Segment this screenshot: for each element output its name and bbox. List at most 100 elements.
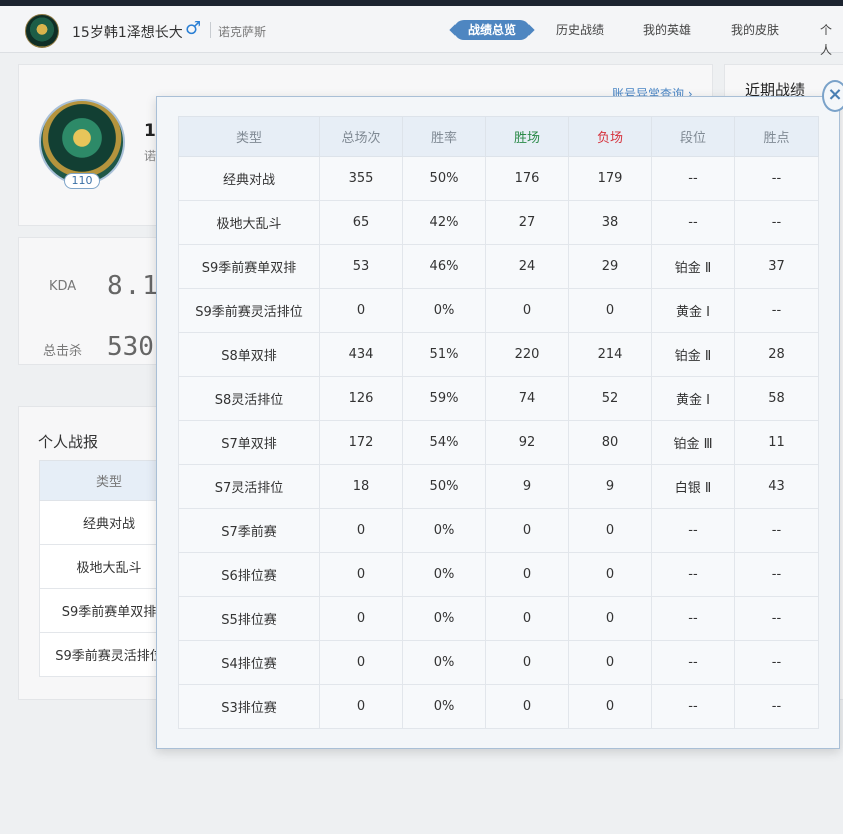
cell-lp: 28 [734, 332, 819, 377]
cell-type: 极地大乱斗 [178, 200, 320, 245]
cell-type: S7灵活排位 [178, 464, 320, 509]
cell-total-games: 0 [319, 288, 403, 333]
cell-wins: 92 [485, 420, 569, 465]
kda-label: KDA [49, 279, 77, 294]
table-row: 极地大乱斗 65 42% 27 38 -- -- [178, 200, 819, 245]
table-row: S6排位赛 0 0% 0 0 -- -- [178, 552, 819, 597]
cell-win-rate: 46% [402, 244, 486, 289]
season-summary-table: 类型 总场次 胜率 胜场 负场 段位 胜点 经典对战 355 50% 176 179 --… [178, 116, 819, 729]
report-title: 个人战报 [38, 433, 99, 451]
cell-total-games: 434 [319, 332, 403, 377]
cell-lp: -- [734, 552, 819, 597]
level-badge: 110 [64, 173, 100, 189]
cell-wins: 0 [485, 508, 569, 553]
col-type: 类型 [178, 116, 320, 157]
cell-lp: -- [734, 288, 819, 333]
cell-total-games: 0 [319, 552, 403, 597]
table-row: S3排位赛 0 0% 0 0 -- -- [178, 684, 819, 729]
cell-losses: 0 [568, 288, 652, 333]
cell-win-rate: 0% [402, 596, 486, 641]
cell-total-games: 18 [319, 464, 403, 509]
profile-region: 诺 [144, 149, 157, 163]
tab-personal[interactable]: 个人 [820, 20, 843, 57]
col-win-rate: 胜率 [402, 116, 486, 157]
cell-wins: 220 [485, 332, 569, 377]
cell-win-rate: 59% [402, 376, 486, 421]
cell-tier: -- [651, 640, 735, 685]
cell-type: S4排位赛 [178, 640, 320, 685]
tab-history[interactable]: 历史战绩 [556, 20, 604, 40]
table-row: S7季前赛 0 0% 0 0 -- -- [178, 508, 819, 553]
table-row: S8单双排 434 51% 220 214 铂金 Ⅱ 28 [178, 332, 819, 377]
cell-tier: 铂金 Ⅲ [651, 420, 735, 465]
cell-win-rate: 50% [402, 156, 486, 201]
cell-win-rate: 42% [402, 200, 486, 245]
cell-losses: 52 [568, 376, 652, 421]
tab-my-heroes[interactable]: 我的英雄 [643, 20, 691, 40]
cell-tier: -- [651, 552, 735, 597]
cell-total-games: 126 [319, 376, 403, 421]
tab-overview[interactable]: 战绩总览 [454, 20, 531, 40]
cell-wins: 27 [485, 200, 569, 245]
table-row: S5排位赛 0 0% 0 0 -- -- [178, 596, 819, 641]
cell-losses: 9 [568, 464, 652, 509]
cell-losses: 179 [568, 156, 652, 201]
cell-lp: -- [734, 640, 819, 685]
cell-tier: -- [651, 596, 735, 641]
cell-lp: -- [734, 684, 819, 729]
col-wins: 胜场 [485, 116, 569, 157]
cell-win-rate: 0% [402, 640, 486, 685]
cell-losses: 0 [568, 684, 652, 729]
cell-type: S5排位赛 [178, 596, 320, 641]
cell-losses: 80 [568, 420, 652, 465]
total-kills-label: 总击杀 [43, 344, 83, 359]
cell-lp: 58 [734, 376, 819, 421]
cell-total-games: 53 [319, 244, 403, 289]
table-row: S7灵活排位 18 50% 9 9 白银 Ⅱ 43 [178, 464, 819, 509]
cell-wins: 176 [485, 156, 569, 201]
cell-tier: -- [651, 684, 735, 729]
col-lp: 胜点 [734, 116, 819, 157]
header-bar: 15岁韩1泽想长大 ♂ 诺克萨斯 战绩总览 历史战绩 我的英雄 我的皮肤 个人 [0, 6, 843, 57]
cell-total-games: 172 [319, 420, 403, 465]
cell-tier: -- [651, 156, 735, 201]
table-row: S7单双排 172 54% 92 80 铂金 Ⅲ 11 [178, 420, 819, 465]
profile-name: 1 [144, 121, 156, 141]
cell-tier: -- [651, 508, 735, 553]
cell-losses: 0 [568, 640, 652, 685]
cell-lp: 11 [734, 420, 819, 465]
tab-my-skins[interactable]: 我的皮肤 [731, 20, 779, 40]
table-row: S9季前赛灵活排位 0 0% 0 0 黄金 Ⅰ -- [178, 288, 819, 333]
cell-win-rate: 0% [402, 508, 486, 553]
cell-lp: -- [734, 156, 819, 201]
main-nav: 战绩总览 历史战绩 我的英雄 我的皮肤 个人 [0, 20, 843, 57]
cell-total-games: 0 [319, 596, 403, 641]
cell-type: S8单双排 [178, 332, 320, 377]
cell-lp: -- [734, 508, 819, 553]
table-row: S9季前赛单双排 53 46% 24 29 铂金 Ⅱ 37 [178, 244, 819, 289]
cell-total-games: 0 [319, 684, 403, 729]
cell-lp: 37 [734, 244, 819, 289]
cell-total-games: 355 [319, 156, 403, 201]
cell-type: S7单双排 [178, 420, 320, 465]
cell-tier: 黄金 Ⅰ [651, 376, 735, 421]
cell-type: S3排位赛 [178, 684, 320, 729]
close-icon[interactable]: × [822, 80, 843, 112]
cell-losses: 214 [568, 332, 652, 377]
cell-type: S8灵活排位 [178, 376, 320, 421]
cell-total-games: 0 [319, 640, 403, 685]
cell-wins: 0 [485, 596, 569, 641]
cell-total-games: 0 [319, 508, 403, 553]
cell-win-rate: 54% [402, 420, 486, 465]
cell-tier: 白银 Ⅱ [651, 464, 735, 509]
cell-losses: 0 [568, 508, 652, 553]
col-tier: 段位 [651, 116, 735, 157]
cell-total-games: 65 [319, 200, 403, 245]
cell-win-rate: 51% [402, 332, 486, 377]
cell-wins: 0 [485, 640, 569, 685]
cell-wins: 0 [485, 288, 569, 333]
cell-wins: 9 [485, 464, 569, 509]
cell-losses: 29 [568, 244, 652, 289]
cell-tier: 黄金 Ⅰ [651, 288, 735, 333]
cell-win-rate: 0% [402, 288, 486, 333]
